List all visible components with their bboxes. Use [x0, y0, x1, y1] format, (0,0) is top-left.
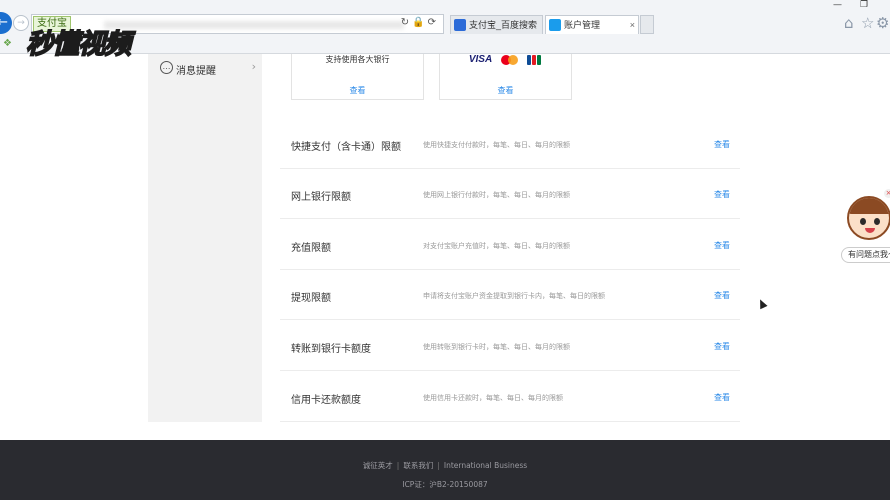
row-description: 对支付宝账户充值时，每笔、每日、每月的限额	[423, 242, 570, 250]
credit-card-panel: VISA 查看	[439, 54, 572, 100]
row-view-link[interactable]: 查看	[714, 240, 730, 251]
row-view-link[interactable]: 查看	[714, 189, 730, 200]
row-title: 信用卡还款额度	[291, 395, 361, 406]
gear-icon[interactable]: ⚙	[876, 14, 889, 32]
footer-link-international[interactable]: International Business	[444, 461, 527, 470]
row-title: 转账到银行卡额度	[291, 344, 371, 355]
limit-row-online-banking: 网上银行限额 使用网上银行付款时，每笔、每日、每月的限额 查看	[280, 169, 740, 219]
help-bubble[interactable]: 有问题点我～	[841, 247, 890, 263]
limit-row-credit-card-repayment: 信用卡还款额度 使用信用卡还款时，每笔、每日、每月的限额 查看	[280, 372, 740, 422]
tab-label: 支付宝_百度搜索	[469, 20, 538, 30]
customer-service-widget[interactable]: × 有问题点我～	[841, 189, 890, 270]
card-view-link[interactable]: 查看	[292, 85, 423, 96]
visa-logo: VISA	[468, 54, 493, 65]
back-button[interactable]: ←	[0, 12, 12, 34]
page-root: ← → 支付宝 ↻🔒⟳ 支付宝_百度搜索 账户管理 × — ❐ ⌂ ☆ ⚙ ❖ …	[0, 0, 890, 500]
row-description: 使用转账到银行卡时，每笔、每日、每月的限额	[423, 343, 570, 351]
watermark-logo: 秒懂视频	[25, 28, 132, 61]
mastercard-logo	[501, 54, 519, 65]
home-icon[interactable]: ⌂	[844, 14, 854, 32]
browser-toolbar: ← → 支付宝 ↻🔒⟳ 支付宝_百度搜索 账户管理 × — ❐ ⌂ ☆ ⚙ ❖	[0, 0, 890, 54]
favorites-bar: ❖	[0, 36, 890, 54]
blurred-url	[104, 21, 404, 29]
tab-label: 账户管理	[564, 20, 601, 30]
mouse-cursor-icon	[756, 297, 768, 310]
row-view-link[interactable]: 查看	[714, 139, 730, 150]
sidebar-item-message-reminder[interactable]: … 消息提醒 ›	[160, 60, 262, 80]
card-brand-logos: VISA	[440, 54, 571, 65]
bank-card-panel: 支持使用各大银行 查看	[291, 54, 424, 100]
close-icon[interactable]: ×	[884, 189, 890, 198]
footer-separator: |	[437, 461, 440, 470]
row-title: 提现限额	[291, 293, 331, 304]
footer: 诚征英才 | 联系我们 | International Business ICP证：沪B…	[0, 440, 890, 500]
tab-account-management[interactable]: 账户管理 ×	[545, 15, 639, 34]
tab-baidu-search[interactable]: 支付宝_百度搜索	[450, 15, 543, 34]
row-description: 申请将支付宝账户资金提取到银行卡内，每笔、每日的限额	[423, 292, 605, 300]
row-title: 网上银行限额	[291, 192, 351, 203]
baidu-favicon-icon	[454, 19, 466, 31]
sidebar: … 消息提醒 ›	[148, 54, 262, 422]
footer-separator: |	[396, 461, 400, 470]
footer-link-contact[interactable]: 联系我们	[403, 461, 433, 470]
limit-row-top-up: 充值限额 对支付宝账户充值时，每笔、每日、每月的限额 查看	[280, 220, 740, 270]
limit-row-withdrawal: 提现限额 申请将支付宝账户资金提取到银行卡内，每笔、每日的限额 查看	[280, 270, 740, 320]
favorites-icon[interactable]: ❖	[3, 38, 12, 49]
new-tab-button[interactable]	[640, 15, 654, 34]
row-description: 使用信用卡还款时，每笔、每日、每月的限额	[423, 394, 563, 402]
message-icon: …	[160, 61, 173, 74]
chevron-right-icon: ›	[251, 60, 256, 73]
sidebar-item-label: 消息提醒	[176, 66, 216, 77]
footer-links: 诚征英才 | 联系我们 | International Business	[0, 460, 890, 471]
jcb-logo	[527, 54, 542, 65]
row-view-link[interactable]: 查看	[714, 341, 730, 352]
row-description: 使用快捷支付付款时，每笔、每日、每月的限额	[423, 141, 570, 149]
row-title: 充值限额	[291, 243, 331, 254]
maximize-button[interactable]: ❐	[860, 0, 868, 10]
card-description: 支持使用各大银行	[325, 55, 390, 64]
limit-row-quick-pay: 快捷支付（含卡通）限额 使用快捷支付付款时，每笔、每日、每月的限额 查看	[280, 119, 740, 169]
card-view-link[interactable]: 查看	[440, 85, 571, 96]
lock-icon: ↻🔒⟳	[400, 17, 439, 28]
row-view-link[interactable]: 查看	[714, 392, 730, 403]
assistant-avatar[interactable]	[847, 196, 890, 240]
row-description: 使用网上银行付款时，每笔、每日、每月的限额	[423, 191, 570, 199]
limit-row-transfer-to-card: 转账到银行卡额度 使用转账到银行卡时，每笔、每日、每月的限额 查看	[280, 321, 740, 371]
row-title: 快捷支付（含卡通）限额	[291, 142, 401, 153]
close-tab-icon[interactable]: ×	[630, 16, 635, 34]
star-icon[interactable]: ☆	[861, 14, 874, 32]
row-view-link[interactable]: 查看	[714, 290, 730, 301]
footer-link-careers[interactable]: 诚征英才	[363, 461, 393, 470]
minimize-button[interactable]: —	[833, 0, 842, 10]
icp-license: ICP证：沪B2-20150087	[402, 480, 488, 489]
alipay-favicon-icon	[549, 19, 561, 31]
